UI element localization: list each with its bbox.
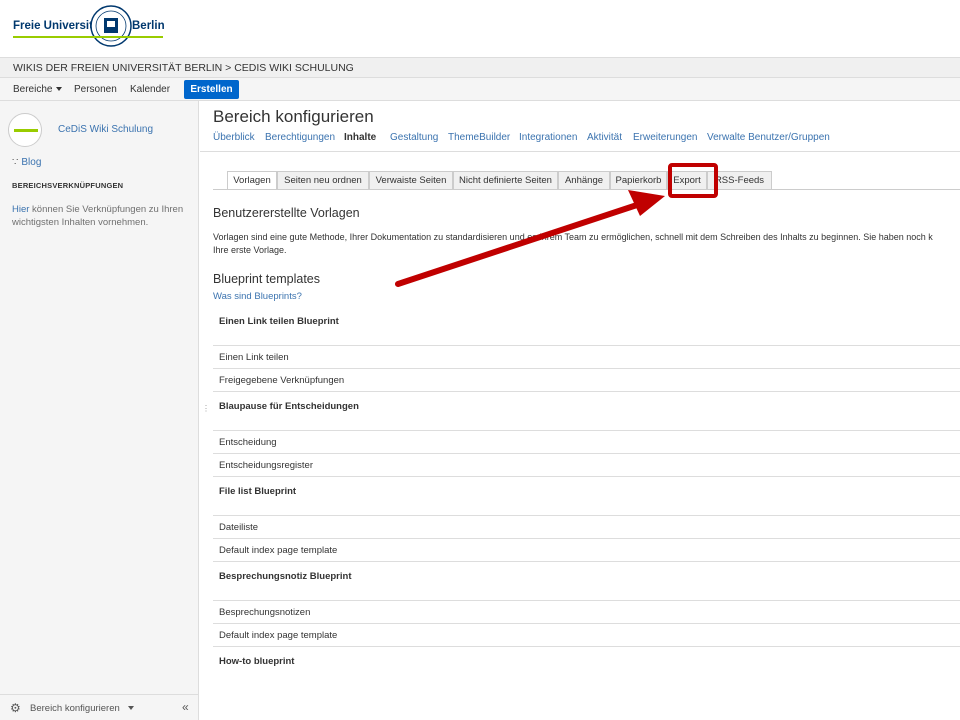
rss-icon: ∵ (12, 157, 19, 168)
list-item: File list Blueprint (213, 477, 960, 516)
tab-themebuilder[interactable]: ThemeBuilder (448, 132, 510, 143)
list-item: How-to blueprint (213, 647, 960, 686)
template-list: Einen Link teilen Blueprint Einen Link t… (213, 307, 960, 686)
template-name: Default index page template (219, 630, 338, 641)
nav-spaces[interactable]: Bereiche (13, 84, 63, 95)
list-item: Blaupause für Entscheidungen (213, 392, 960, 431)
list-item[interactable]: Default index page template (213, 624, 960, 647)
create-button[interactable]: Erstellen (184, 80, 239, 99)
list-item: Einen Link teilen Blueprint (213, 307, 960, 346)
subtab-attachments[interactable]: Anhänge (558, 171, 610, 190)
chevron-down-icon (127, 706, 134, 711)
gear-icon: ⚙ (10, 701, 21, 715)
breadcrumb-text[interactable]: WIKIS DER FREIEN UNIVERSITÄT BERLIN > CE… (13, 62, 354, 74)
shortcuts-note-text: können Sie Verknüpfungen zu Ihren wichti… (12, 204, 184, 228)
blueprint-group-title: Blaupause für Entscheidungen (219, 401, 359, 412)
template-name: Dateiliste (219, 522, 259, 533)
chevron-down-icon (56, 87, 63, 92)
subtab-undefined-pages[interactable]: Nicht definierte Seiten (453, 171, 558, 190)
tab-integrations[interactable]: Integrationen (519, 132, 577, 143)
site-header: Freie Universität Berlin (0, 0, 960, 57)
list-item[interactable]: Default index page template (213, 539, 960, 562)
blueprint-templates-heading: Blueprint templates (213, 272, 321, 286)
top-navigation: Bereiche Personen Kalender Erstellen (0, 78, 960, 101)
space-tools-label: Bereich konfigurieren (30, 703, 120, 714)
list-item[interactable]: Freigegebene Verknüpfungen (213, 369, 960, 392)
sidebar: CeDiS Wiki Schulung ∵ Blog BEREICHSVERKNÜ… (0, 101, 199, 720)
university-seal-icon (90, 5, 132, 47)
templates-intro: Vorlagen sind eine gute Methode, Ihrer D… (213, 231, 960, 257)
tabs-divider (200, 151, 960, 152)
logo-text-right: Berlin (132, 20, 165, 32)
template-name: Besprechungsnotizen (219, 607, 311, 618)
shortcuts-note: Hier können Sie Verknüpfungen zu Ihren w… (12, 203, 192, 229)
collapse-sidebar-icon[interactable]: « (182, 700, 189, 714)
tab-content[interactable]: Inhalte (344, 132, 376, 143)
templates-intro-line2: Ihre erste Vorlage. (213, 245, 287, 255)
tab-overview[interactable]: Überblick (213, 132, 255, 143)
subtabs-divider (213, 189, 960, 190)
tab-look-and-feel[interactable]: Gestaltung (390, 132, 438, 143)
tab-activity[interactable]: Aktivität (587, 132, 622, 143)
nav-people[interactable]: Personen (74, 84, 117, 95)
blueprint-group-title: Einen Link teilen Blueprint (219, 316, 339, 327)
tab-permissions[interactable]: Berechtigungen (265, 132, 335, 143)
template-name: Entscheidung (219, 437, 277, 448)
main-content: Bereich konfigurieren Überblick Berechti… (200, 101, 960, 720)
breadcrumb: WIKIS DER FREIEN UNIVERSITÄT BERLIN > CE… (0, 57, 960, 78)
sidebar-item-blog[interactable]: ∵ Blog (12, 157, 41, 168)
blueprint-group-title: Besprechungsnotiz Blueprint (219, 571, 352, 582)
shortcuts-here-link[interactable]: Hier (12, 204, 29, 215)
list-item: Besprechungsnotiz Blueprint (213, 562, 960, 601)
space-tools-button[interactable]: Bereich konfigurieren (30, 703, 134, 714)
subtab-trash[interactable]: Papierkorb (610, 171, 667, 190)
template-name: Entscheidungsregister (219, 460, 313, 471)
sidebar-item-blog-label: Blog (21, 157, 42, 168)
page-title: Bereich konfigurieren (213, 107, 374, 126)
sidebar-footer: ⚙ Bereich konfigurieren « (0, 694, 199, 720)
list-item[interactable]: Entscheidung (213, 431, 960, 454)
highlight-box (668, 163, 718, 198)
templates-intro-line1: Vorlagen sind eine gute Methode, Ihrer D… (213, 232, 933, 242)
subtab-reorder-pages[interactable]: Seiten neu ordnen (277, 171, 369, 190)
blueprint-group-title: How-to blueprint (219, 656, 295, 667)
nav-spaces-label: Bereiche (13, 84, 53, 95)
template-name: Einen Link teilen (219, 352, 289, 363)
nav-calendar[interactable]: Kalender (130, 84, 170, 95)
tab-manage-users-groups[interactable]: Verwalte Benutzer/Gruppen (707, 132, 830, 143)
list-item[interactable]: Dateiliste (213, 516, 960, 539)
list-item[interactable]: Besprechungsnotizen (213, 601, 960, 624)
space-logo[interactable] (8, 113, 42, 147)
what-are-blueprints-link[interactable]: Was sind Blueprints? (213, 291, 302, 302)
space-shortcuts-heading: BEREICHSVERKNÜPFUNGEN (12, 181, 124, 190)
template-name: Freigegebene Verknüpfungen (219, 375, 345, 386)
user-templates-heading: Benutzererstellte Vorlagen (213, 206, 360, 220)
logo-underline (13, 36, 163, 38)
template-name: Default index page template (219, 545, 338, 556)
list-item[interactable]: Entscheidungsregister (213, 454, 960, 477)
space-logo-bar (14, 129, 38, 132)
subtab-orphaned-pages[interactable]: Verwaiste Seiten (369, 171, 453, 190)
space-name-link[interactable]: CeDiS Wiki Schulung (58, 124, 153, 135)
list-item[interactable]: Einen Link teilen (213, 346, 960, 369)
subtab-templates[interactable]: Vorlagen (227, 171, 277, 190)
blueprint-group-title: File list Blueprint (219, 486, 297, 497)
tab-addons[interactable]: Erweiterungen (633, 132, 697, 143)
